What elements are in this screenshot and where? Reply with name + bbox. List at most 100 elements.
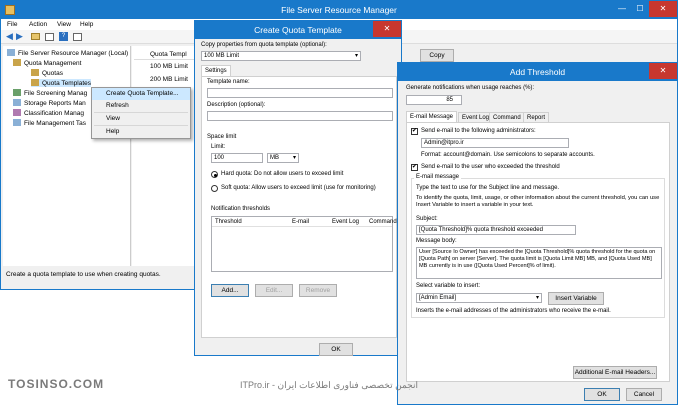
email-message-label: E-mail message xyxy=(414,174,462,180)
menu-create-quota-template[interactable]: Create Quota Template... xyxy=(92,88,190,100)
limit-field[interactable]: 100 xyxy=(211,153,263,163)
add-button[interactable]: Add... xyxy=(211,284,249,297)
create-titlebar: Create Quota Template ✕ xyxy=(195,21,401,39)
list-item[interactable]: 200 MB Limit xyxy=(150,76,188,83)
forward-arrow-icon[interactable]: ▶ xyxy=(16,31,23,42)
tab-report[interactable]: Report xyxy=(523,112,550,122)
tree-quotas[interactable]: Quotas xyxy=(31,69,63,77)
notification-label: Notification thresholds xyxy=(211,206,271,212)
status-bar: Create a quota template to use when crea… xyxy=(6,271,161,278)
column-event-log[interactable]: Event Log xyxy=(332,217,359,227)
folder-icon[interactable] xyxy=(31,33,40,40)
template-name-label: Template name: xyxy=(207,79,250,85)
send-admins-label: Send e-mail to the following administrat… xyxy=(421,128,536,134)
description-field[interactable] xyxy=(207,111,393,121)
message-body-label: Message body: xyxy=(416,238,457,244)
percent-field[interactable]: 85 xyxy=(406,95,462,105)
insert-variable-button[interactable]: Insert Variable xyxy=(548,292,604,305)
minimize-button[interactable]: — xyxy=(613,1,631,17)
type-text-label: Type the text to use for the Subject lin… xyxy=(416,185,560,191)
additional-headers-button[interactable]: Additional E-mail Headers... xyxy=(573,366,657,379)
tree-file-management[interactable]: File Management Tas xyxy=(13,119,86,127)
cancel-button[interactable]: Cancel xyxy=(626,388,662,401)
app-icon xyxy=(5,5,15,15)
send-user-label: Send e-mail to the user who exceeded the… xyxy=(421,164,560,170)
menu-view-item[interactable]: View xyxy=(92,113,190,125)
watermark-left: TOSINSO.COM xyxy=(8,377,105,391)
list-item[interactable]: 100 MB Limit xyxy=(150,63,188,70)
ok-button[interactable]: OK xyxy=(319,343,353,356)
tree-quota-management[interactable]: Quota Management xyxy=(13,59,81,67)
tree-quota-templates[interactable]: Quota Templates xyxy=(31,79,92,87)
tab-email-message[interactable]: E-mail Message xyxy=(406,111,458,122)
copy-from-label: Copy properties from quota template (opt… xyxy=(201,42,327,48)
back-arrow-icon[interactable]: ◀ xyxy=(6,31,13,42)
variable-select[interactable]: [Admin Email] xyxy=(416,293,542,303)
threshold-title: Add Threshold xyxy=(509,67,566,77)
classification-icon xyxy=(13,109,21,116)
menu-action[interactable]: Action xyxy=(29,19,47,30)
menu-file[interactable]: File xyxy=(7,19,17,30)
edit-button[interactable]: Edit... xyxy=(255,284,293,297)
template-name-field[interactable] xyxy=(207,88,393,98)
menu-help[interactable]: Help xyxy=(80,19,93,30)
generate-label: Generate notifications when usage reache… xyxy=(406,85,535,91)
limit-label: Limit: xyxy=(211,144,226,150)
list-pane: Quota Templ 100 MB Limit 200 MB Limit xyxy=(132,46,194,266)
message-body-field[interactable]: User [Source Io Owner] has exceeded the … xyxy=(416,247,662,279)
tab-settings[interactable]: Settings xyxy=(201,65,231,76)
space-limit-label: Space limit xyxy=(207,134,237,140)
column-threshold[interactable]: Threshold xyxy=(215,217,242,227)
add-threshold-dialog: Add Threshold ✕ Generate notifications w… xyxy=(397,62,678,405)
close-button[interactable]: ✕ xyxy=(649,1,677,17)
soft-quota-label: Soft quota: Allow users to exceed limit … xyxy=(221,185,376,191)
maximize-button[interactable]: ☐ xyxy=(631,1,649,17)
remove-button[interactable]: Remove xyxy=(299,284,337,297)
console-icon[interactable] xyxy=(45,33,54,41)
ok-button[interactable]: OK xyxy=(584,388,620,401)
close-button[interactable]: ✕ xyxy=(373,21,401,37)
copy-from-select[interactable]: 100 MB Limit xyxy=(201,51,361,61)
column-email[interactable]: E-mail xyxy=(292,217,309,227)
menu-view[interactable]: View xyxy=(57,19,71,30)
identify-text-label: To identify the quota, limit, usage, or … xyxy=(416,195,660,208)
tree-classification[interactable]: Classification Manag xyxy=(13,109,84,117)
threshold-titlebar: Add Threshold ✕ xyxy=(398,63,677,81)
menu-refresh[interactable]: Refresh xyxy=(92,100,190,112)
help-icon[interactable]: ? xyxy=(59,32,68,41)
menu-help-item[interactable]: Help xyxy=(92,126,190,138)
hard-quota-label: Hard quota: Do not allow users to exceed… xyxy=(221,171,344,177)
variable-description: Inserts the e-mail addresses of the admi… xyxy=(416,308,611,314)
screen-icon xyxy=(13,89,21,96)
create-title: Create Quota Template xyxy=(254,25,342,35)
tasks-icon xyxy=(13,119,21,126)
watermark-right: ITPro.ir - انجمن تخصصی فناوری اطلاعات ای… xyxy=(240,380,418,390)
quota-icon xyxy=(13,59,21,66)
thresholds-list: Threshold E-mail Event Log Command xyxy=(211,216,397,272)
hard-quota-radio[interactable] xyxy=(211,171,218,178)
tab-command[interactable]: Command xyxy=(489,112,525,122)
send-admins-checkbox[interactable]: ✔ xyxy=(411,128,418,135)
tree-file-screening[interactable]: File Screening Manag xyxy=(13,89,87,97)
send-user-checkbox[interactable]: ✔ xyxy=(411,164,418,171)
properties-icon[interactable] xyxy=(73,33,82,41)
tree-storage-reports[interactable]: Storage Reports Man xyxy=(13,99,86,107)
templates-icon xyxy=(31,79,39,86)
reports-icon xyxy=(13,99,21,106)
soft-quota-radio[interactable] xyxy=(211,185,218,192)
main-titlebar: File Server Resource Manager — ☐ ✕ xyxy=(1,1,677,19)
admin-email-field[interactable]: Admin@itpro.ir xyxy=(421,138,569,148)
subject-field[interactable]: [Quota Threshold]% quota threshold excee… xyxy=(416,225,576,235)
quotas-icon xyxy=(31,69,39,76)
main-title: File Server Resource Manager xyxy=(281,5,397,15)
close-button[interactable]: ✕ xyxy=(649,63,677,79)
column-command[interactable]: Command xyxy=(369,217,397,227)
tree-root[interactable]: File Server Resource Manager (Local) xyxy=(7,49,128,57)
limit-unit-select[interactable]: MB xyxy=(267,153,299,163)
context-menu: Create Quota Template... Refresh View He… xyxy=(91,87,191,139)
tab-event-log[interactable]: Event Log xyxy=(458,112,494,122)
list-header[interactable]: Quota Templ xyxy=(134,49,194,60)
navigation-tree: File Server Resource Manager (Local) Quo… xyxy=(3,46,131,266)
description-label: Description (optional): xyxy=(207,102,266,108)
copy-button[interactable]: Copy xyxy=(420,49,454,62)
